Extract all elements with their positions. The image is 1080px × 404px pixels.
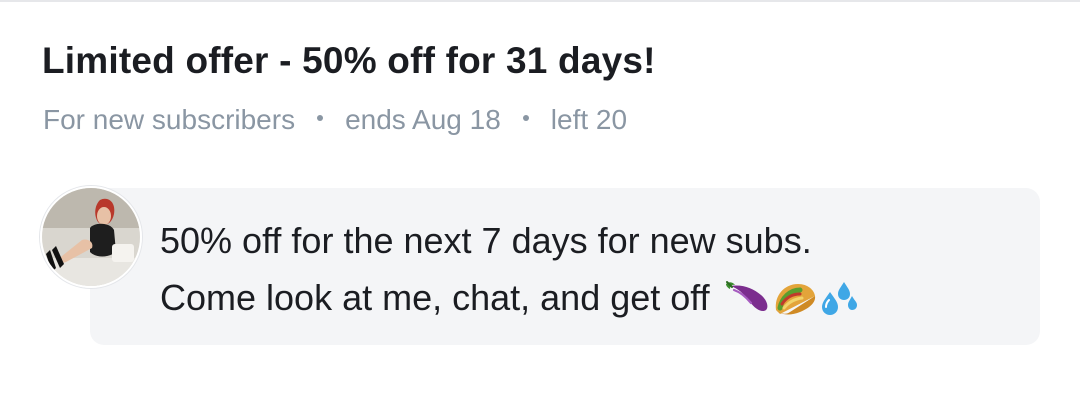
separator-dot [317, 115, 324, 121]
offer-title: Limited offer - 50% off for 31 days! [42, 40, 656, 81]
eggplant-emoji [725, 280, 768, 311]
offer-card: Limited offer - 50% off for 31 days! For… [0, 0, 1080, 404]
message-text: Come look at me, chat, and get off [160, 277, 710, 318]
top-divider [0, 0, 1080, 2]
offer-audience: For new subscribers [43, 104, 296, 135]
offer-ends: ends Aug 18 [345, 104, 501, 135]
offer-left: left 20 [550, 104, 628, 135]
separator-dot [522, 115, 529, 121]
offer-meta: For new subscribers ends Aug 18 left 20 [43, 104, 627, 136]
avatar[interactable] [40, 186, 142, 288]
sweat-droplets-emoji [821, 281, 857, 315]
message-bubble: 50% off for the next 7 days for new subs… [90, 188, 1040, 345]
message-line-2: Come look at me, chat, and get off [160, 269, 1040, 326]
avatar-photo [42, 188, 140, 286]
taco-emoji [775, 283, 815, 314]
message-line-1: 50% off for the next 7 days for new subs… [160, 220, 812, 261]
